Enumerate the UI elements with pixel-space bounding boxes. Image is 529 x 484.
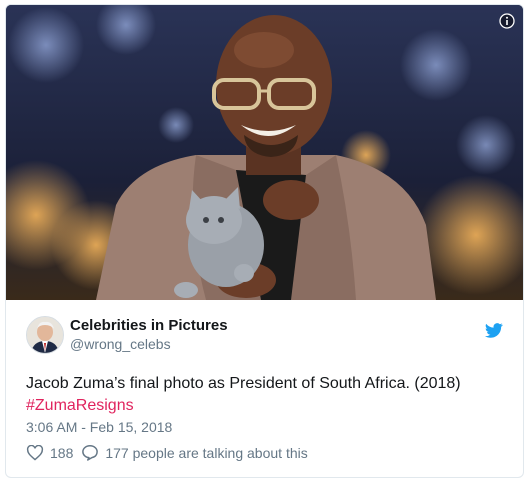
display-name[interactable]: Celebrities in Pictures: [70, 317, 228, 334]
twitter-bird-icon[interactable]: [485, 323, 503, 338]
reply-action[interactable]: 177 people are talking about this: [81, 444, 308, 461]
tweet-photo[interactable]: [6, 5, 523, 300]
like-count: 188: [50, 444, 74, 461]
hashtag-link[interactable]: #ZumaResigns: [26, 395, 506, 417]
tweet-timestamp[interactable]: 3:06 AM - Feb 15, 2018: [26, 419, 172, 435]
user-handle[interactable]: @wrong_celebs: [70, 336, 171, 352]
speech-bubble-icon: [82, 445, 99, 461]
tweet-actions: 188 177 people are talking about this: [26, 444, 316, 461]
tweet-text-line: Jacob Zuma’s final photo as President of…: [26, 375, 461, 392]
avatar-portrait-icon: [27, 317, 63, 353]
tweet-text: Jacob Zuma’s final photo as President of…: [26, 373, 506, 417]
info-icon[interactable]: [499, 13, 515, 29]
conversation-label: 177 people are talking about this: [105, 444, 308, 461]
embedded-tweet-card[interactable]: Celebrities in Pictures @wrong_celebs Ja…: [5, 4, 524, 478]
photo-illustration: [6, 5, 523, 300]
like-action[interactable]: 188: [26, 444, 74, 461]
avatar[interactable]: [26, 316, 64, 354]
heart-icon: [26, 444, 44, 461]
